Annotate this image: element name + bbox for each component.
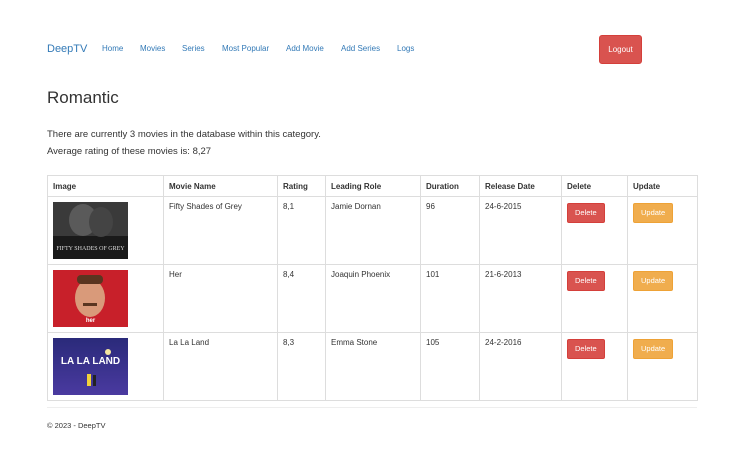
nav-link-add-movie[interactable]: Add Movie (286, 44, 324, 53)
leading-role-cell: Jamie Dornan (325, 196, 421, 265)
header-rating: Rating (277, 175, 326, 197)
movie-name-cell: La La Land (163, 332, 278, 401)
update-cell: Update (627, 264, 698, 333)
release-date-cell: 24-2-2016 (479, 332, 562, 401)
nav-link-most-popular[interactable]: Most Popular (222, 44, 269, 53)
footer-divider (47, 407, 697, 408)
duration-cell: 105 (420, 332, 480, 401)
table-row: her Her 8,4 Joaquin Phoenix 101 21-6-201… (47, 264, 698, 333)
header-update: Update (627, 175, 698, 197)
movie-name-cell: Fifty Shades of Grey (163, 196, 278, 265)
movie-count-text: There are currently 3 movies in the data… (47, 129, 321, 140)
header-duration: Duration (420, 175, 480, 197)
poster-title-text: FIFTY SHADES OF GREY (56, 246, 125, 252)
update-button[interactable]: Update (633, 339, 674, 359)
table-row: FIFTY SHADES OF GREY Fifty Shades of Gre… (47, 196, 698, 265)
nav-link-add-series[interactable]: Add Series (341, 44, 380, 53)
image-cell: LA LA LAND (47, 332, 164, 401)
delete-cell: Delete (561, 332, 628, 401)
header-release-date: Release Date (479, 175, 562, 197)
poster-title-text: LA LA LAND (61, 356, 120, 367)
delete-button[interactable]: Delete (567, 339, 605, 359)
header-leading-role: Leading Role (325, 175, 421, 197)
table-row: LA LA LAND La La Land 8,3 Emma Stone 105… (47, 332, 698, 401)
header-delete: Delete (561, 175, 628, 197)
logout-button[interactable]: Logout (599, 35, 642, 64)
average-rating-text: Average rating of these movies is: 8,27 (47, 146, 212, 157)
table-header-row: Image Movie Name Rating Leading Role Dur… (47, 175, 698, 197)
movie-poster-la-la-land: LA LA LAND (53, 338, 128, 395)
leading-role-cell: Emma Stone (325, 332, 421, 401)
update-cell: Update (627, 332, 698, 401)
delete-button[interactable]: Delete (567, 203, 605, 223)
movie-name-cell: Her (163, 264, 278, 333)
navbar: DeepTV Home Movies Series Most Popular A… (0, 0, 732, 100)
update-button[interactable]: Update (633, 271, 674, 291)
header-image: Image (47, 175, 164, 197)
image-cell: her (47, 264, 164, 333)
leading-role-cell: Joaquin Phoenix (325, 264, 421, 333)
update-button[interactable]: Update (633, 203, 674, 223)
nav-link-movies[interactable]: Movies (140, 44, 165, 53)
release-date-cell: 21-6-2013 (479, 264, 562, 333)
brand-link[interactable]: DeepTV (47, 43, 87, 55)
nav-link-logs[interactable]: Logs (397, 44, 414, 53)
update-cell: Update (627, 196, 698, 265)
rating-cell: 8,1 (277, 196, 326, 265)
movies-table: Image Movie Name Rating Leading Role Dur… (47, 175, 698, 401)
page-title: Romantic (47, 88, 119, 107)
rating-cell: 8,3 (277, 332, 326, 401)
nav-link-series[interactable]: Series (182, 44, 205, 53)
image-cell: FIFTY SHADES OF GREY (47, 196, 164, 265)
delete-button[interactable]: Delete (567, 271, 605, 291)
footer-text: © 2023 - DeepTV (47, 421, 106, 430)
release-date-cell: 24-6-2015 (479, 196, 562, 265)
poster-title-text: her (86, 318, 96, 324)
delete-cell: Delete (561, 264, 628, 333)
movie-poster-fifty-shades: FIFTY SHADES OF GREY (53, 202, 128, 259)
rating-cell: 8,4 (277, 264, 326, 333)
nav-link-home[interactable]: Home (102, 44, 123, 53)
duration-cell: 101 (420, 264, 480, 333)
header-movie-name: Movie Name (163, 175, 278, 197)
delete-cell: Delete (561, 196, 628, 265)
duration-cell: 96 (420, 196, 480, 265)
movie-poster-her: her (53, 270, 128, 327)
